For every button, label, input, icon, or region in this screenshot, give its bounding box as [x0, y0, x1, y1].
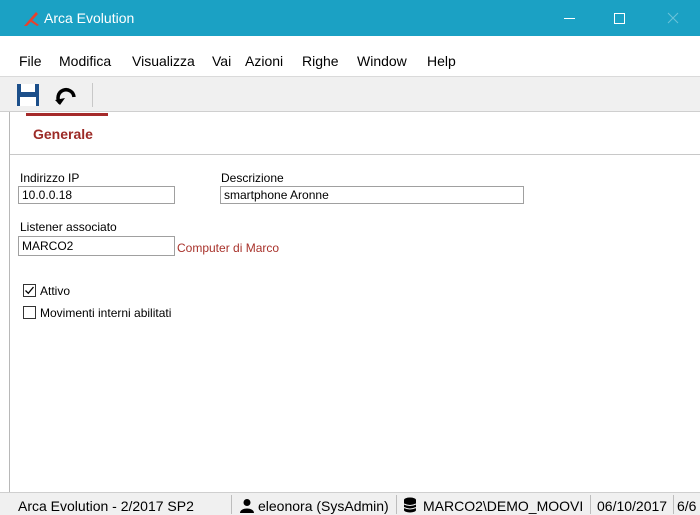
- arca-logo-icon: [24, 12, 39, 26]
- ip-input[interactable]: 10.0.0.18: [18, 186, 175, 204]
- window-title: Arca Evolution: [44, 10, 135, 26]
- movimenti-label: Movimenti interni abilitati: [40, 306, 172, 320]
- tab-active-indicator: [26, 113, 108, 116]
- undo-icon: [55, 88, 76, 105]
- status-bar: Arca Evolution - 2/2017 SP2 eleonora (Sy…: [0, 492, 700, 515]
- listener-label: Listener associato: [20, 220, 117, 234]
- menu-righe[interactable]: Righe: [302, 52, 339, 70]
- tab-generale[interactable]: Generale: [33, 126, 93, 142]
- minimize-button[interactable]: [546, 0, 592, 36]
- toolbar-separator: [92, 83, 93, 107]
- undo-button[interactable]: [54, 82, 80, 108]
- checkmark-icon: [25, 286, 35, 295]
- status-separator: [673, 495, 674, 514]
- menu-vai[interactable]: Vai: [212, 52, 231, 70]
- status-separator: [590, 495, 591, 514]
- panel-left-border: [9, 112, 10, 492]
- form-area: [0, 112, 700, 492]
- description-label: Descrizione: [221, 171, 284, 185]
- menu-visualizza[interactable]: Visualizza: [132, 52, 195, 70]
- maximize-button[interactable]: [596, 0, 642, 36]
- menu-file[interactable]: File: [19, 52, 42, 70]
- menu-modifica[interactable]: Modifica: [59, 52, 111, 70]
- description-input[interactable]: smartphone Aronne: [220, 186, 524, 204]
- status-separator: [396, 495, 397, 514]
- status-user: eleonora (SysAdmin): [258, 498, 389, 514]
- status-date: 06/10/2017: [597, 498, 668, 514]
- ip-label: Indirizzo IP: [20, 171, 80, 185]
- attivo-checkbox[interactable]: [23, 284, 36, 297]
- status-separator: [231, 495, 232, 514]
- save-button[interactable]: [15, 82, 41, 108]
- status-version: Arca Evolution - 2/2017 SP2: [18, 498, 194, 514]
- close-button[interactable]: [650, 0, 696, 36]
- listener-description: Computer di Marco: [177, 241, 280, 255]
- minimize-icon: [563, 17, 575, 19]
- attivo-label: Attivo: [40, 284, 71, 298]
- maximize-icon: [613, 12, 625, 24]
- status-extra: 6/6: [677, 498, 697, 514]
- menu-azioni[interactable]: Azioni: [245, 52, 283, 70]
- movimenti-checkbox[interactable]: [23, 306, 36, 319]
- user-icon: [240, 499, 254, 513]
- toolbar: [0, 76, 700, 112]
- menu-help[interactable]: Help: [427, 52, 456, 70]
- close-icon: [667, 12, 679, 24]
- tab-divider: [10, 154, 700, 155]
- listener-input[interactable]: MARCO2: [18, 236, 175, 256]
- database-icon: [403, 497, 417, 513]
- title-bar: Arca Evolution: [0, 0, 700, 36]
- status-database: MARCO2\DEMO_MOOVI: [423, 498, 584, 514]
- menu-window[interactable]: Window: [357, 52, 407, 70]
- save-floppy-icon: [17, 84, 39, 106]
